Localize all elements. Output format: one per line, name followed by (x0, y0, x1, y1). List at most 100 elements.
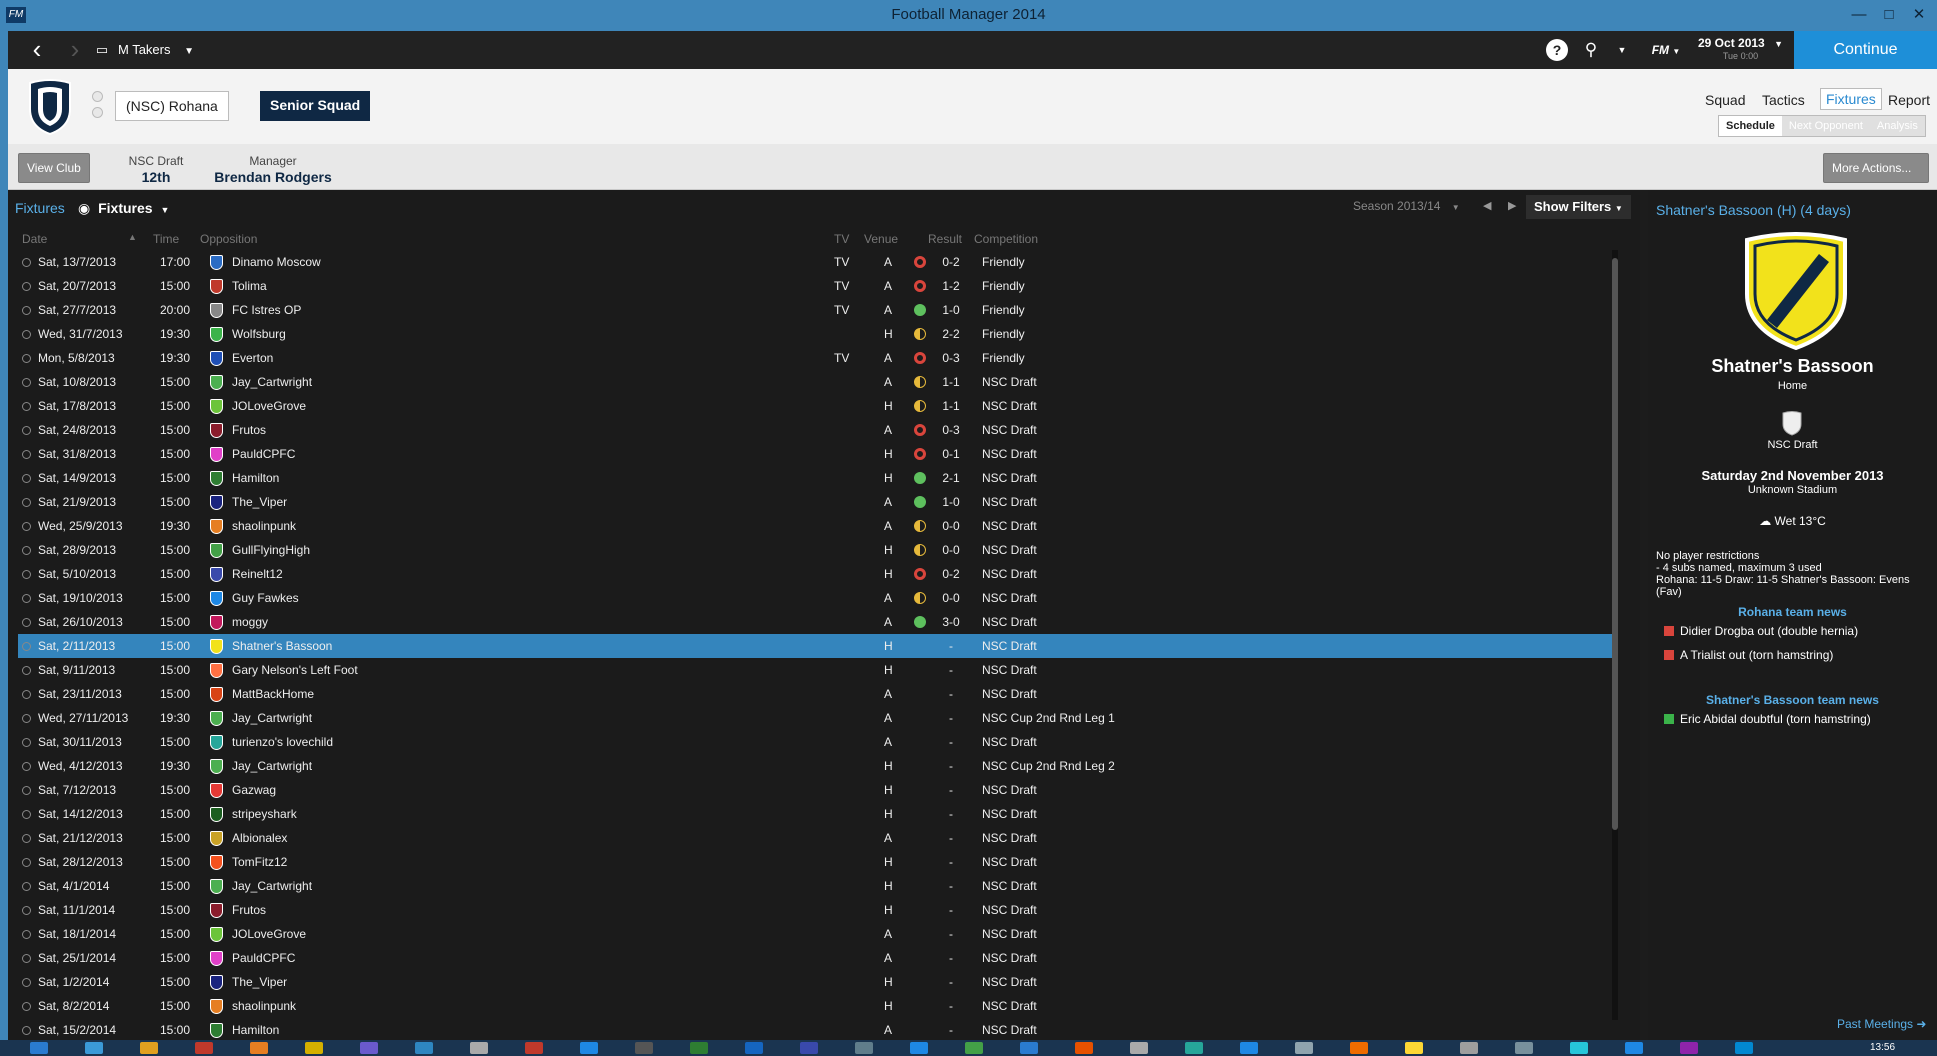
fixture-competition[interactable]: NSC Draft (982, 591, 1037, 605)
table-row[interactable]: Wed, 27/11/2013 19:30 Jay_Cartwright A - NSC … (18, 706, 1616, 730)
fixture-competition[interactable]: NSC Draft (982, 951, 1037, 965)
row-select-icon[interactable] (22, 306, 31, 315)
table-row[interactable]: Sat, 8/2/2014 15:00 shaolinpunk H - NSC Draft (18, 994, 1616, 1018)
fixture-result[interactable]: - (938, 879, 964, 893)
fixture-competition[interactable]: NSC Draft (982, 687, 1037, 701)
fixture-result[interactable]: 1-2 (938, 279, 964, 293)
table-row[interactable]: Sat, 15/2/2014 15:00 Hamilton A - NSC Draft (18, 1018, 1616, 1042)
table-row[interactable]: Sat, 25/1/2014 15:00 PauldCPFC A - NSC Draft (18, 946, 1616, 970)
fixture-result[interactable]: - (938, 807, 964, 821)
table-row[interactable]: Wed, 4/12/2013 19:30 Jay_Cartwright H - NSC C… (18, 754, 1616, 778)
row-select-icon[interactable] (22, 642, 31, 651)
fixture-result[interactable]: - (938, 711, 964, 725)
fixture-result[interactable]: 2-1 (938, 471, 964, 485)
taskbar-app-icon[interactable] (1020, 1042, 1038, 1054)
fixture-opponent[interactable]: Reinelt12 (232, 567, 283, 581)
away-news-item[interactable]: Eric Abidal doubtful (torn hamstring) (1664, 712, 1871, 726)
squad-tab[interactable]: Senior Squad (260, 91, 371, 121)
row-select-icon[interactable] (22, 282, 31, 291)
fixture-competition[interactable]: NSC Draft (982, 639, 1037, 653)
next-season-icon[interactable]: ▶ (1508, 199, 1516, 212)
fixture-result[interactable]: 1-0 (938, 303, 964, 317)
row-select-icon[interactable] (22, 930, 31, 939)
taskbar-app-icon[interactable] (250, 1042, 268, 1054)
help-icon[interactable]: ? (1546, 39, 1568, 61)
fixture-opponent[interactable]: GullFlyingHigh (232, 543, 310, 557)
table-row[interactable]: Sat, 10/8/2013 15:00 Jay_Cartwright A 1-1 NSC… (18, 370, 1616, 394)
fixture-result[interactable]: - (938, 903, 964, 917)
table-row[interactable]: Sat, 2/11/2013 15:00 Shatner's Bassoon H - NS… (18, 634, 1616, 658)
fixture-opponent[interactable]: Frutos (232, 423, 266, 437)
fixture-result[interactable]: 0-2 (938, 567, 964, 581)
fixture-competition[interactable]: NSC Draft (982, 375, 1037, 389)
fixture-result[interactable]: 0-2 (938, 255, 964, 269)
fixture-competition[interactable]: NSC Draft (982, 927, 1037, 941)
fixture-opponent[interactable]: Gazwag (232, 783, 276, 797)
row-select-icon[interactable] (22, 978, 31, 987)
fixture-result[interactable]: - (938, 663, 964, 677)
fixture-competition[interactable]: NSC Draft (982, 999, 1037, 1013)
taskbar-app-icon[interactable] (360, 1042, 378, 1054)
fixture-opponent[interactable]: Guy Fawkes (232, 591, 299, 605)
search-dropdown-icon[interactable]: ▼ (1616, 39, 1628, 61)
tab-tactics[interactable]: Tactics (1762, 92, 1805, 108)
taskbar-app-icon[interactable] (470, 1042, 488, 1054)
fixture-opponent[interactable]: Hamilton (232, 1023, 279, 1037)
fixture-result[interactable]: - (938, 1023, 964, 1037)
row-select-icon[interactable] (22, 738, 31, 747)
fixture-opponent[interactable]: Gary Nelson's Left Foot (232, 663, 358, 677)
fixture-opponent[interactable]: Jay_Cartwright (232, 879, 312, 893)
fixture-opponent[interactable]: Frutos (232, 903, 266, 917)
taskbar-app-icon[interactable] (1295, 1042, 1313, 1054)
taskbar-app-icon[interactable] (1350, 1042, 1368, 1054)
row-select-icon[interactable] (22, 810, 31, 819)
taskbar-app-icon[interactable] (415, 1042, 433, 1054)
fixture-competition[interactable]: NSC Draft (982, 615, 1037, 629)
table-row[interactable]: Wed, 25/9/2013 19:30 shaolinpunk A 0-0 NSC Dr… (18, 514, 1616, 538)
search-icon[interactable]: ⚲ (1580, 39, 1602, 61)
maximize-icon[interactable]: □ (1874, 3, 1904, 27)
table-row[interactable]: Sat, 23/11/2013 15:00 MattBackHome A - NSC Dr… (18, 682, 1616, 706)
fixture-competition[interactable]: NSC Draft (982, 855, 1037, 869)
next-match-title[interactable]: Shatner's Bassoon (H) (4 days) (1656, 202, 1851, 218)
prev-team-icon[interactable] (92, 91, 103, 102)
taskbar-app-icon[interactable] (1735, 1042, 1753, 1054)
row-select-icon[interactable] (22, 714, 31, 723)
fixture-result[interactable]: 2-2 (938, 327, 964, 341)
table-row[interactable]: Sat, 13/7/2013 17:00 Dinamo Moscow TV A 0-2 Fr… (18, 250, 1616, 274)
opponent-name[interactable]: Shatner's Bassoon (1648, 356, 1937, 377)
fixture-opponent[interactable]: Jay_Cartwright (232, 759, 312, 773)
fixture-result[interactable]: - (938, 639, 964, 653)
row-select-icon[interactable] (22, 378, 31, 387)
row-select-icon[interactable] (22, 1026, 31, 1035)
row-select-icon[interactable] (22, 354, 31, 363)
prev-season-icon[interactable]: ◀ (1483, 199, 1491, 212)
col-competition[interactable]: Competition (974, 232, 1038, 246)
taskbar-app-icon[interactable] (635, 1042, 653, 1054)
taskbar-app-icon[interactable] (800, 1042, 818, 1054)
fixture-competition[interactable]: NSC Draft (982, 663, 1037, 677)
taskbar-app-icon[interactable] (1185, 1042, 1203, 1054)
fixture-competition[interactable]: NSC Draft (982, 567, 1037, 581)
team-tab[interactable]: (NSC) Rohana (115, 91, 229, 121)
fixture-competition[interactable]: NSC Draft (982, 495, 1037, 509)
fixture-competition[interactable]: NSC Draft (982, 399, 1037, 413)
fixture-opponent[interactable]: JOLoveGrove (232, 399, 306, 413)
fixture-result[interactable]: 0-3 (938, 423, 964, 437)
fixture-opponent[interactable]: stripeyshark (232, 807, 297, 821)
col-result[interactable]: Result (928, 232, 962, 246)
fixture-result[interactable]: - (938, 831, 964, 845)
fixture-competition[interactable]: NSC Draft (982, 423, 1037, 437)
fixture-opponent[interactable]: moggy (232, 615, 268, 629)
fixture-result[interactable]: 1-1 (938, 375, 964, 389)
breadcrumb[interactable]: Fixtures (15, 200, 65, 216)
fixture-competition[interactable]: NSC Draft (982, 1023, 1037, 1037)
back-icon[interactable]: ‹ (18, 31, 56, 69)
close-icon[interactable]: ✕ (1904, 3, 1934, 27)
fixture-opponent[interactable]: PauldCPFC (232, 951, 295, 965)
fixture-result[interactable]: 0-0 (938, 519, 964, 533)
taskbar-app-icon[interactable] (30, 1042, 48, 1054)
row-select-icon[interactable] (22, 786, 31, 795)
fixture-competition[interactable]: Friendly (982, 279, 1025, 293)
fixture-competition[interactable]: NSC Draft (982, 807, 1037, 821)
